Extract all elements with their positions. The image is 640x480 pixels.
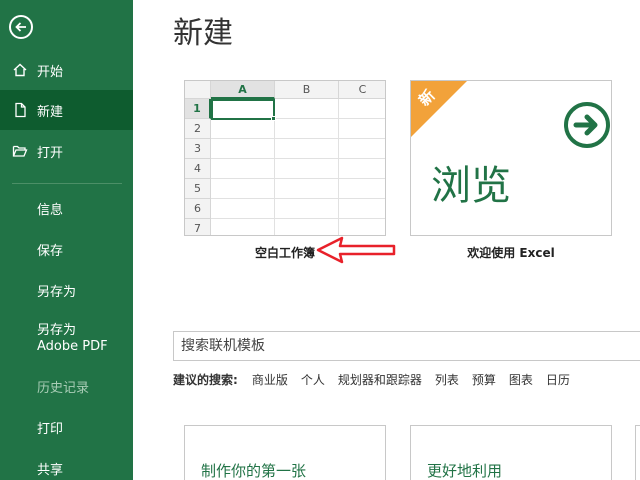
nav-info-label: 信息 xyxy=(37,202,64,218)
grid-cell xyxy=(211,199,275,219)
nav-info[interactable]: 信息 xyxy=(0,188,133,228)
nav-save-as-pdf-label: 另存为 Adobe PDF xyxy=(37,323,108,354)
nav-new[interactable]: 新建 xyxy=(0,90,133,130)
suggested-link[interactable]: 预算 xyxy=(472,371,496,388)
page-title: 新建 xyxy=(173,16,233,51)
suggested-link[interactable]: 规划器和跟踪器 xyxy=(338,371,422,388)
new-document-icon xyxy=(12,102,28,118)
backstage-sidebar: 开始 新建 打开 信息 保存 另存为 另存为 Adobe PDF 历史记录 打印… xyxy=(0,0,133,480)
folder-open-icon xyxy=(12,143,28,159)
row-header: 2 xyxy=(185,119,211,139)
row-header: 6 xyxy=(185,199,211,219)
grid-cell xyxy=(339,119,385,139)
nav-save-as-label: 另存为 xyxy=(37,284,77,300)
nav-open-label: 打开 xyxy=(37,145,64,161)
suggested-link[interactable]: 日历 xyxy=(546,371,570,388)
welcome-excel-caption: 欢迎使用 Excel xyxy=(467,246,555,260)
grid-cell xyxy=(275,99,339,119)
back-arrow-icon[interactable] xyxy=(9,15,33,39)
row-header: 3 xyxy=(185,139,211,159)
grid-cell xyxy=(275,199,339,219)
template-tile[interactable]: 更好地利用 xyxy=(410,425,612,480)
column-header: C xyxy=(339,81,385,99)
nav-save-as[interactable]: 另存为 xyxy=(0,270,133,310)
suggested-link[interactable]: 个人 xyxy=(301,371,325,388)
grid-cell xyxy=(275,139,339,159)
active-cell xyxy=(211,99,275,120)
template-tile-title: 更好地利用 xyxy=(427,462,503,480)
grid-cell xyxy=(211,219,275,235)
home-icon xyxy=(12,62,28,78)
grid-cell xyxy=(339,159,385,179)
browse-text: 浏览 xyxy=(431,163,511,209)
fill-handle xyxy=(271,116,276,121)
suggested-searches: 建议的搜索: 商业版 个人 规划器和跟踪器 列表 预算 图表 日历 xyxy=(173,371,583,388)
grid-cell xyxy=(211,179,275,199)
grid-cell xyxy=(275,179,339,199)
arrow-right-circle-icon xyxy=(563,101,611,153)
template-search-input[interactable]: 搜索联机模板 xyxy=(173,331,640,361)
suggested-link[interactable]: 列表 xyxy=(435,371,459,388)
nav-print[interactable]: 打印 xyxy=(0,407,133,447)
suggested-link[interactable]: 图表 xyxy=(509,371,533,388)
template-tile-title: 制作你的第一张 xyxy=(201,462,307,480)
nav-home-label: 开始 xyxy=(37,64,64,80)
template-tile-edge[interactable] xyxy=(635,425,640,480)
grid-cell xyxy=(211,119,275,139)
grid-cell xyxy=(339,99,385,119)
nav-save[interactable]: 保存 xyxy=(0,229,133,269)
grid-cell xyxy=(339,139,385,159)
suggested-label: 建议的搜索: xyxy=(173,373,238,387)
grid-cell xyxy=(211,139,275,159)
row-header: 5 xyxy=(185,179,211,199)
nav-save-label: 保存 xyxy=(37,243,64,259)
grid-cell xyxy=(211,159,275,179)
grid-cell xyxy=(339,179,385,199)
nav-home[interactable]: 开始 xyxy=(0,50,133,90)
column-header: A xyxy=(211,81,275,99)
grid-cell xyxy=(275,119,339,139)
nav-share[interactable]: 共享 xyxy=(0,448,133,480)
row-header: 4 xyxy=(185,159,211,179)
nav-save-as-pdf[interactable]: 另存为 Adobe PDF xyxy=(0,321,120,357)
grid-cell xyxy=(339,199,385,219)
nav-history[interactable]: 历史记录 xyxy=(0,366,133,406)
row-header: 7 xyxy=(185,219,211,235)
annotation-arrow-icon xyxy=(316,236,396,264)
nav-print-label: 打印 xyxy=(37,421,64,437)
nav-divider xyxy=(12,183,122,184)
template-tile[interactable]: 制作你的第一张 xyxy=(184,425,386,480)
nav-new-label: 新建 xyxy=(37,104,64,120)
row-header: 1 xyxy=(185,99,211,119)
nav-share-label: 共享 xyxy=(37,462,64,478)
grid-cell xyxy=(275,159,339,179)
suggested-link[interactable]: 商业版 xyxy=(252,371,288,388)
nav-open[interactable]: 打开 xyxy=(0,131,133,171)
corner-cell xyxy=(185,81,211,99)
blank-workbook-template[interactable]: A B C 1 2 3 4 5 6 7 xyxy=(184,80,386,236)
column-header: B xyxy=(275,81,339,99)
nav-history-label: 历史记录 xyxy=(37,380,90,396)
welcome-excel-template[interactable]: 新 浏览 xyxy=(410,80,612,236)
